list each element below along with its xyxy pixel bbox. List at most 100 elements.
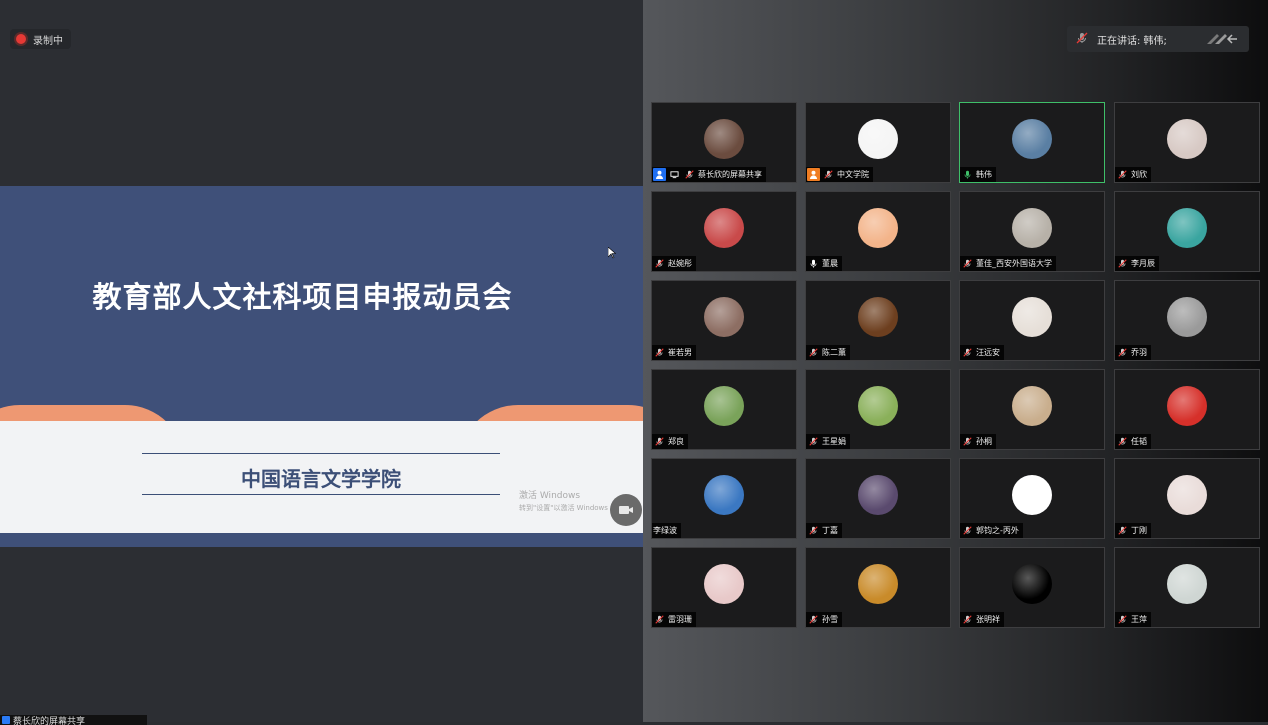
- participant-tile[interactable]: 刘欣: [1114, 102, 1260, 183]
- participant-tile[interactable]: 崔若男: [651, 280, 797, 361]
- participant-tile[interactable]: 郭钧之-丙外: [959, 458, 1105, 539]
- participant-name-tag: 王萍: [1115, 612, 1151, 627]
- speaking-label: 正在讲话: 韩伟;: [1097, 35, 1167, 47]
- mic-muted-icon: [961, 435, 974, 448]
- participant-name-tag: 张明祥: [960, 612, 1004, 627]
- participant-avatar: [704, 208, 744, 248]
- participant-name: 雷羽珊: [668, 615, 692, 624]
- participant-name-tag: 丁嘉: [806, 523, 842, 538]
- mic-muted-icon: [1116, 524, 1129, 537]
- participant-avatar: [704, 119, 744, 159]
- slide-divider-top: [142, 453, 500, 454]
- participant-name-tag: 李绿波: [652, 523, 681, 538]
- participant-name: 丁嘉: [822, 526, 838, 535]
- participant-avatar: [1167, 119, 1207, 159]
- participant-avatar: [1012, 297, 1052, 337]
- participant-avatar: [858, 208, 898, 248]
- screen-share-tab[interactable]: 蔡长欣的屏幕共享: [0, 715, 147, 725]
- mouse-cursor-icon: [608, 247, 616, 259]
- participant-name-tag: 崔若男: [652, 345, 696, 360]
- participant-name: 赵婉彤: [668, 259, 692, 268]
- participant-avatar: [704, 297, 744, 337]
- participant-tile[interactable]: 陈二薰: [805, 280, 951, 361]
- participant-tile[interactable]: 李月辰: [1114, 191, 1260, 272]
- participant-name: 郑良: [668, 437, 684, 446]
- slide-divider-bottom: [142, 494, 500, 495]
- participant-avatar: [1167, 475, 1207, 515]
- participant-name-tag: 孙桐: [960, 434, 996, 449]
- mic-muted-icon: [822, 168, 835, 181]
- recording-indicator[interactable]: 录制中: [10, 29, 71, 49]
- mic-muted-icon: [807, 613, 820, 626]
- participant-name: 刘欣: [1131, 170, 1147, 179]
- participant-avatar: [1167, 297, 1207, 337]
- participant-name-tag: 王星娟: [806, 434, 850, 449]
- participant-avatar: [704, 475, 744, 515]
- participant-avatar: [1012, 119, 1052, 159]
- participant-name: 任韬: [1131, 437, 1147, 446]
- participant-tile[interactable]: 董佳_西安外国语大学: [959, 191, 1105, 272]
- participant-name-tag: 董晨: [806, 256, 842, 271]
- participant-tile[interactable]: 孙雪: [805, 547, 951, 628]
- mic-muted-icon: [1116, 435, 1129, 448]
- participant-avatar: [704, 564, 744, 604]
- participant-avatar: [1167, 564, 1207, 604]
- participant-name: 李月辰: [1131, 259, 1155, 268]
- mic-muted-icon: [653, 257, 666, 270]
- watermark-line2: 转到"设置"以激活 Windows: [519, 504, 608, 512]
- participant-tile[interactable]: 李绿波: [651, 458, 797, 539]
- participant-name: 丁刚: [1131, 526, 1147, 535]
- participant-name-tag: 汪远安: [960, 345, 1004, 360]
- screen-share-icon: [668, 168, 681, 181]
- participant-tile[interactable]: 张明祥: [959, 547, 1105, 628]
- participant-name: 张明祥: [976, 615, 1000, 624]
- participant-avatar: [1167, 386, 1207, 426]
- participant-tile[interactable]: 任韬: [1114, 369, 1260, 450]
- slide-subtitle: 中国语言文学学院: [241, 467, 401, 491]
- participant-avatar: [1012, 564, 1052, 604]
- share-icon: [2, 716, 10, 724]
- participant-tile[interactable]: 中文学院: [805, 102, 951, 183]
- participant-tile[interactable]: 赵婉彤: [651, 191, 797, 272]
- participant-name: 孙雪: [822, 615, 838, 624]
- mic-muted-icon: [653, 613, 666, 626]
- participant-name: 陈二薰: [822, 348, 846, 357]
- participant-tile[interactable]: 郑良: [651, 369, 797, 450]
- participant-name: 李绿波: [653, 526, 677, 535]
- participant-name: 崔若男: [668, 348, 692, 357]
- participant-name: 郭钧之-丙外: [976, 526, 1019, 535]
- host-icon: [807, 168, 820, 181]
- participant-tile[interactable]: 汪远安: [959, 280, 1105, 361]
- participant-tile[interactable]: 丁刚: [1114, 458, 1260, 539]
- camera-button[interactable]: [610, 494, 642, 526]
- participant-tile[interactable]: 雷羽珊: [651, 547, 797, 628]
- participant-name-tag: 刘欣: [1115, 167, 1151, 182]
- participant-tile[interactable]: 王萍: [1114, 547, 1260, 628]
- participant-name: 孙桐: [976, 437, 992, 446]
- participant-avatar: [1012, 475, 1052, 515]
- participant-name-tag: 董佳_西安外国语大学: [960, 256, 1056, 271]
- participant-name-tag: 陈二薰: [806, 345, 850, 360]
- mic-on-icon: [961, 168, 974, 181]
- speaking-indicator[interactable]: 正在讲话: 韩伟;: [1067, 26, 1249, 52]
- mic-muted-icon: [807, 524, 820, 537]
- mic-muted-icon: [807, 346, 820, 359]
- participant-avatar: [858, 386, 898, 426]
- participant-tile[interactable]: 蔡长欣的屏幕共享: [651, 102, 797, 183]
- participant-name-tag: 郑良: [652, 434, 688, 449]
- participant-tile[interactable]: 韩伟: [959, 102, 1105, 183]
- participant-avatar: [858, 475, 898, 515]
- mic-muted-icon: [1116, 613, 1129, 626]
- participant-tile[interactable]: 乔羽: [1114, 280, 1260, 361]
- mic-muted-icon: [1116, 346, 1129, 359]
- participant-name: 董佳_西安外国语大学: [976, 259, 1052, 268]
- participant-name: 王萍: [1131, 615, 1147, 624]
- participant-name: 王星娟: [822, 437, 846, 446]
- participant-tile[interactable]: 孙桐: [959, 369, 1105, 450]
- participant-name-tag: 赵婉彤: [652, 256, 696, 271]
- participant-tile[interactable]: 丁嘉: [805, 458, 951, 539]
- participant-tile[interactable]: 董晨: [805, 191, 951, 272]
- slide-title: 教育部人文社科项目申报动员会: [92, 280, 513, 314]
- view-controls[interactable]: [1205, 32, 1239, 46]
- participant-tile[interactable]: 王星娟: [805, 369, 951, 450]
